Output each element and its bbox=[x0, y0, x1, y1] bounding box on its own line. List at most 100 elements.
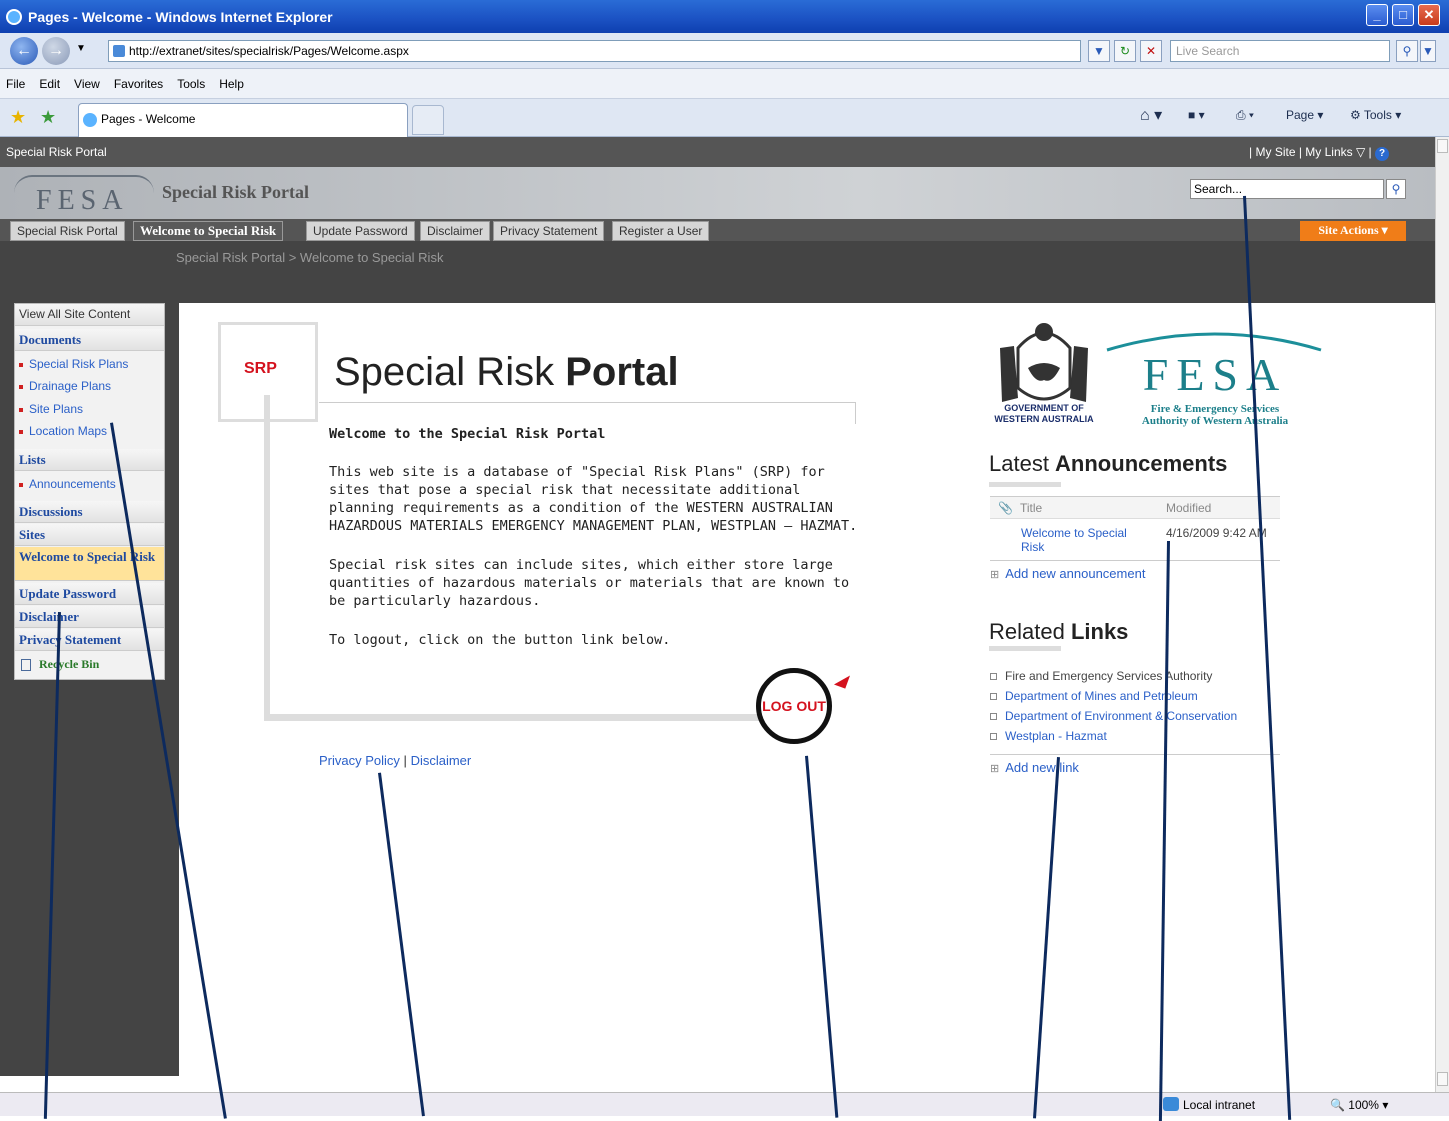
menu-help[interactable]: Help bbox=[219, 77, 244, 91]
fesa-line2: Authority of Western Australia bbox=[1142, 415, 1289, 427]
feeds-icon[interactable]: ■ ▾ bbox=[1188, 108, 1205, 122]
tab-disclaimer[interactable]: Disclaimer bbox=[420, 221, 491, 241]
related-links-title: Related Links bbox=[989, 619, 1129, 644]
recycle-bin-link[interactable]: Recycle Bin bbox=[21, 657, 99, 672]
tab-welcome[interactable]: Welcome to Special Risk bbox=[133, 221, 284, 241]
related-link-westplan-hazmat[interactable]: Westplan - Hazmat bbox=[990, 729, 1107, 743]
column-title[interactable]: Title bbox=[1020, 501, 1042, 515]
logout-button[interactable]: LOG OUT bbox=[756, 668, 832, 744]
tab-label: Pages - Welcome bbox=[101, 112, 196, 126]
refresh-button[interactable]: ↻ bbox=[1114, 40, 1136, 62]
address-text: http://extranet/sites/specialrisk/Pages/… bbox=[129, 44, 409, 58]
tab-register-user[interactable]: Register a User bbox=[612, 221, 710, 241]
recycle-bin-icon bbox=[21, 659, 31, 672]
user-links: | My Site | My Links ▽ | ? bbox=[1249, 145, 1389, 161]
add-favorite-icon[interactable]: ★ bbox=[40, 107, 56, 128]
site-search-button[interactable]: ⚲ bbox=[1386, 179, 1406, 199]
nav-site-plans[interactable]: Site Plans bbox=[19, 401, 83, 417]
print-icon[interactable]: ⎙ ▾ bbox=[1236, 108, 1254, 123]
announcements-title-bar bbox=[989, 482, 1061, 487]
home-icon[interactable]: ⌂ ▾ bbox=[1140, 105, 1162, 125]
tab-special-risk-portal[interactable]: Special Risk Portal bbox=[10, 221, 125, 241]
menu-favorites[interactable]: Favorites bbox=[114, 77, 163, 91]
window-title: Pages - Welcome - Windows Internet Explo… bbox=[28, 8, 333, 25]
disclaimer-link[interactable]: Disclaimer bbox=[411, 753, 472, 768]
gov-line2: WESTERN AUSTRALIA bbox=[994, 414, 1094, 424]
nav-sites[interactable]: Sites bbox=[15, 524, 164, 546]
sharepoint-global-bar: Special Risk Portal | My Site | My Links… bbox=[0, 137, 1435, 167]
maximize-button[interactable]: □ bbox=[1392, 4, 1414, 26]
column-modified[interactable]: Modified bbox=[1166, 501, 1211, 515]
address-input[interactable]: http://extranet/sites/specialrisk/Pages/… bbox=[108, 40, 1081, 62]
forward-button[interactable]: → bbox=[42, 37, 70, 65]
recycle-bin-label: Recycle Bin bbox=[39, 657, 100, 671]
site-actions-button[interactable]: Site Actions ▾ bbox=[1300, 221, 1406, 241]
breadcrumb[interactable]: Special Risk Portal > Welcome to Special… bbox=[176, 250, 443, 265]
nav-discussions[interactable]: Discussions bbox=[15, 501, 164, 523]
nav-lists[interactable]: Lists bbox=[15, 449, 164, 471]
search-options-dropdown[interactable]: ▼ bbox=[1420, 40, 1436, 62]
menu-bar: File Edit View Favorites Tools Help bbox=[0, 69, 1449, 99]
nav-special-risk-plans[interactable]: Special Risk Plans bbox=[19, 356, 128, 372]
address-dropdown-button[interactable]: ▼ bbox=[1088, 40, 1110, 62]
stop-button[interactable]: ✕ bbox=[1140, 40, 1162, 62]
nav-drainage-plans[interactable]: Drainage Plans bbox=[19, 378, 111, 394]
help-icon[interactable]: ? bbox=[1375, 147, 1389, 161]
search-icon[interactable]: ⚲ bbox=[1396, 40, 1418, 62]
fesa-logo: FESA Fire & Emergency Services Authority… bbox=[1106, 332, 1322, 427]
related-link-environment-conservation[interactable]: Department of Environment & Conservation bbox=[990, 709, 1237, 723]
browser-tab-active[interactable]: Pages - Welcome bbox=[78, 103, 408, 137]
attachment-icon: 📎 bbox=[998, 501, 1013, 515]
view-all-site-content[interactable]: View All Site Content bbox=[15, 304, 164, 326]
announcements-title: Latest Announcements bbox=[989, 451, 1228, 476]
site-title[interactable]: Special Risk Portal bbox=[162, 182, 309, 203]
footer-links: Privacy Policy | Disclaimer bbox=[319, 753, 471, 768]
tools-menu-button[interactable]: ⚙ Tools ▾ bbox=[1350, 108, 1401, 122]
menu-file[interactable]: File bbox=[6, 77, 25, 91]
my-site-link[interactable]: My Site bbox=[1255, 145, 1295, 159]
page-menu-button[interactable]: Page ▾ bbox=[1286, 108, 1323, 122]
menu-edit[interactable]: Edit bbox=[39, 77, 60, 91]
my-links-menu[interactable]: My Links bbox=[1305, 145, 1352, 159]
scroll-up-arrow[interactable] bbox=[1437, 139, 1448, 153]
new-tab-button[interactable] bbox=[412, 105, 444, 135]
nav-location-maps[interactable]: Location Maps bbox=[19, 423, 107, 439]
intro-paragraph: This web site is a database of "Special … bbox=[329, 464, 858, 534]
security-zone[interactable]: Local intranet bbox=[1183, 1098, 1255, 1112]
srp-frame-line bbox=[264, 395, 270, 721]
add-new-announcement-link[interactable]: Add new announcement bbox=[990, 566, 1145, 581]
scroll-down-arrow[interactable] bbox=[1437, 1072, 1448, 1086]
wa-government-crest-logo: GOVERNMENT OF WESTERN AUSTRALIA bbox=[994, 323, 1094, 424]
privacy-policy-link[interactable]: Privacy Policy bbox=[319, 753, 400, 768]
nav-welcome-to-special-risk[interactable]: Welcome to Special Risk bbox=[15, 547, 164, 581]
vertical-scrollbar[interactable] bbox=[1435, 137, 1449, 1092]
menu-tools[interactable]: Tools bbox=[177, 77, 205, 91]
status-bar: Local intranet 🔍 100% ▾ bbox=[0, 1092, 1449, 1116]
site-search-input[interactable]: Search... bbox=[1190, 179, 1384, 199]
tab-privacy-statement[interactable]: Privacy Statement bbox=[493, 221, 605, 241]
related-links-title-bar bbox=[989, 646, 1061, 651]
page-icon bbox=[113, 45, 125, 57]
favorites-star-icon[interactable]: ★ bbox=[10, 107, 26, 128]
announcements-table: 📎 Title Modified Welcome to Special Risk… bbox=[990, 496, 1280, 561]
live-search-input[interactable]: Live Search bbox=[1170, 40, 1390, 62]
minimize-button[interactable]: _ bbox=[1366, 4, 1388, 26]
history-dropdown-icon[interactable]: ▼ bbox=[76, 43, 86, 54]
zoom-level[interactable]: 🔍 100% ▾ bbox=[1330, 1098, 1388, 1112]
nav-privacy-statement[interactable]: Privacy Statement bbox=[15, 629, 164, 651]
ie-tab-icon bbox=[83, 113, 97, 127]
menu-view[interactable]: View bbox=[74, 77, 100, 91]
title-divider bbox=[319, 402, 856, 424]
tab-update-password[interactable]: Update Password bbox=[306, 221, 415, 241]
announcement-item-link[interactable]: Welcome to Special Risk bbox=[1021, 526, 1146, 554]
portal-title: Special Risk Portal bbox=[334, 350, 679, 394]
close-window-button[interactable]: ✕ bbox=[1418, 4, 1440, 26]
related-link-fesa[interactable]: Fire and Emergency Services Authority bbox=[990, 669, 1212, 683]
fesa-small-logo: FESA bbox=[36, 185, 129, 216]
site-collection-label[interactable]: Special Risk Portal bbox=[6, 145, 107, 159]
add-new-link[interactable]: Add new link bbox=[990, 760, 1079, 775]
back-button[interactable]: ← bbox=[10, 37, 38, 65]
nav-documents[interactable]: Documents bbox=[15, 329, 164, 351]
nav-announcements[interactable]: Announcements bbox=[19, 476, 116, 492]
welcome-heading: Welcome to the Special Risk Portal bbox=[329, 426, 606, 442]
